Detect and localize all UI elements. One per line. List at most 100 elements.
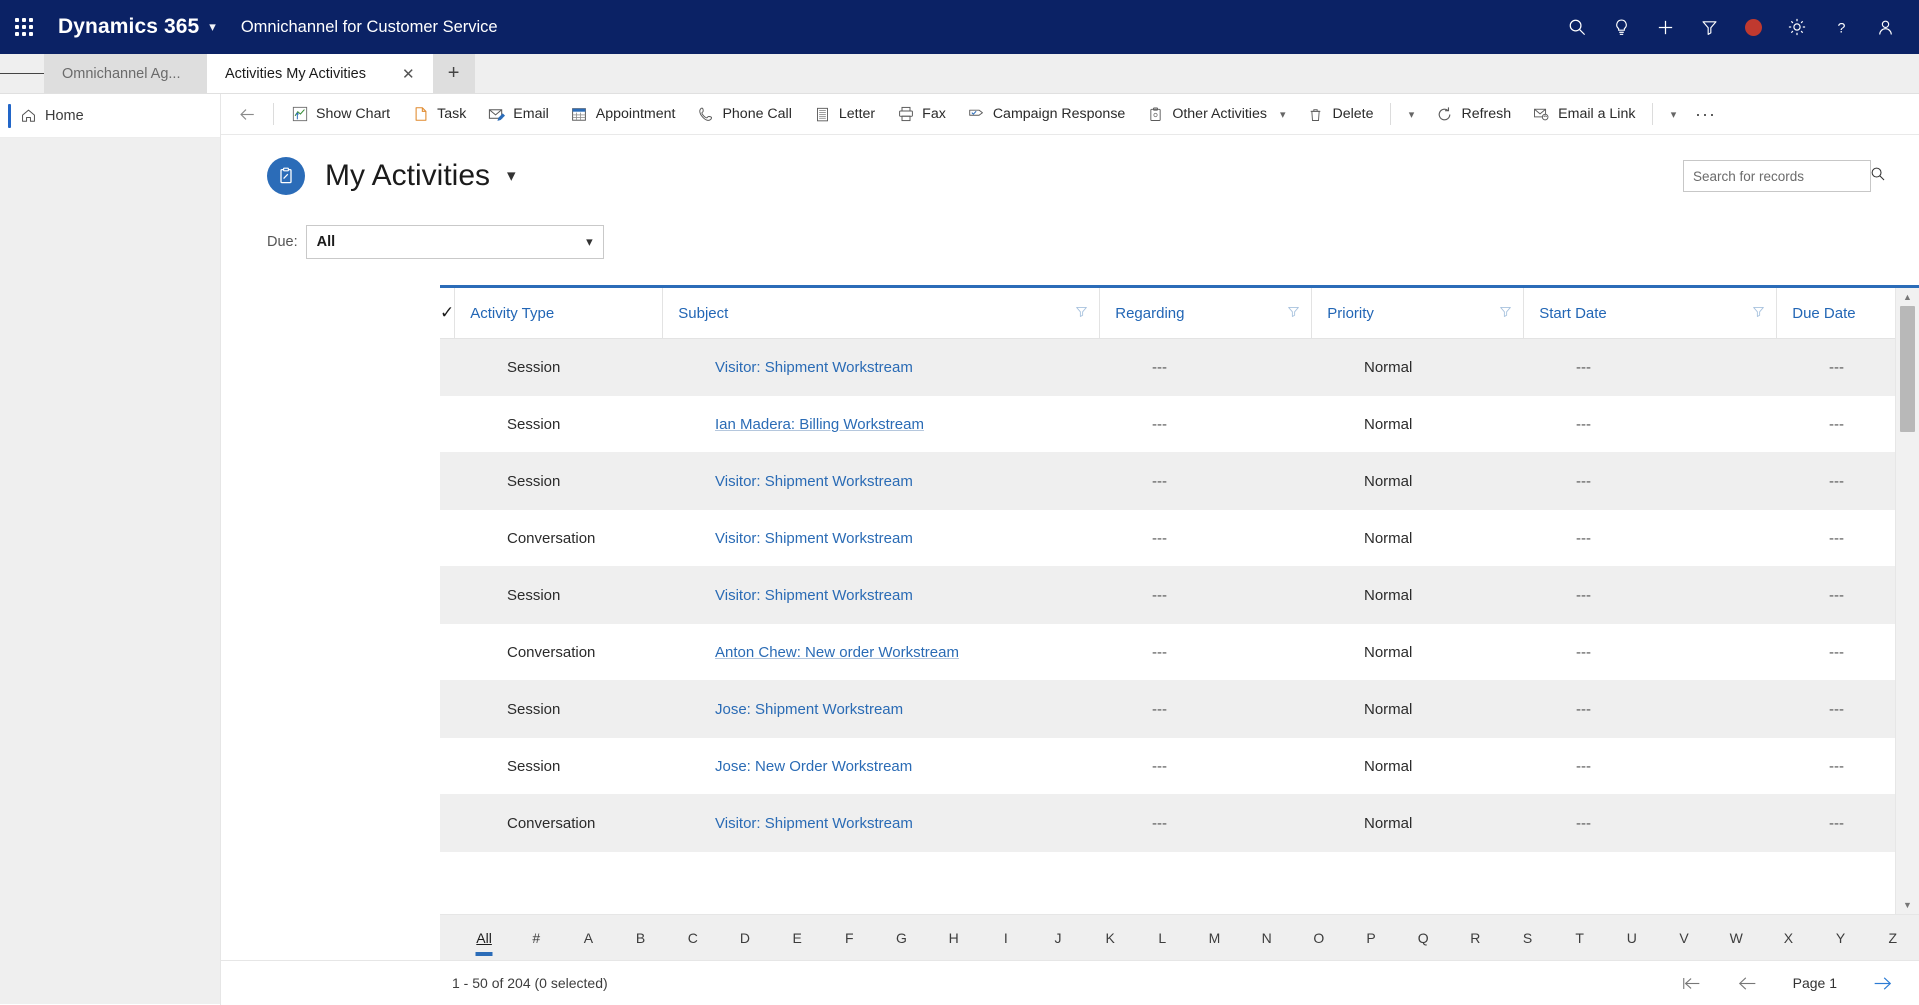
tab-activities-my-activities[interactable]: Activities My Activities ✕: [207, 54, 433, 93]
alpha-index-g[interactable]: G: [875, 924, 927, 952]
help-icon[interactable]: ?: [1819, 0, 1863, 54]
record-link[interactable]: Visitor: Shipment Workstream: [715, 359, 913, 376]
record-link[interactable]: Jose: New Order Workstream: [715, 758, 912, 775]
record-link[interactable]: Anton Chew: New order Workstream: [715, 644, 959, 661]
alpha-index-b[interactable]: B: [615, 924, 667, 952]
table-row[interactable]: Session Jose: Shipment Workstream --- Norma…: [440, 681, 1895, 738]
email-button[interactable]: Email: [477, 94, 559, 134]
filter-icon[interactable]: [1687, 0, 1731, 54]
brand-chevron-down-icon[interactable]: ▾: [209, 19, 216, 35]
alpha-index-y[interactable]: Y: [1814, 924, 1866, 952]
alpha-index-a[interactable]: A: [562, 924, 614, 952]
chevron-down-icon[interactable]: ▾: [586, 234, 593, 250]
alpha-index-s[interactable]: S: [1501, 924, 1553, 952]
filter-icon[interactable]: [1752, 305, 1765, 322]
recording-indicator-icon[interactable]: [1731, 0, 1775, 54]
gear-icon[interactable]: [1775, 0, 1819, 54]
alpha-index-e[interactable]: E: [771, 924, 823, 952]
phone-call-button[interactable]: Phone Call: [686, 94, 802, 134]
cell-subject[interactable]: Visitor: Shipment Workstream: [700, 510, 1137, 566]
cell-subject[interactable]: Jose: New Order Workstream: [700, 738, 1137, 794]
alpha-index-d[interactable]: D: [719, 924, 771, 952]
cell-subject[interactable]: Anton Chew: New order Workstream: [700, 624, 1137, 680]
lightbulb-icon[interactable]: [1599, 0, 1643, 54]
alpha-index-r[interactable]: R: [1449, 924, 1501, 952]
close-icon[interactable]: ✕: [402, 65, 415, 83]
record-link[interactable]: Visitor: Shipment Workstream: [715, 530, 913, 547]
alpha-index-p[interactable]: P: [1345, 924, 1397, 952]
show-chart-button[interactable]: Show Chart: [280, 94, 401, 134]
cell-subject[interactable]: Jose: Shipment Workstream: [700, 681, 1137, 737]
fax-button[interactable]: Fax: [886, 94, 957, 134]
record-link[interactable]: Jose: Shipment Workstream: [715, 701, 903, 718]
delete-button[interactable]: Delete: [1296, 94, 1384, 134]
new-tab-button[interactable]: +: [432, 54, 475, 93]
select-all-checkmark-icon[interactable]: ✓: [440, 303, 454, 323]
table-row[interactable]: Conversation Visitor: Shipment Workstream…: [440, 795, 1895, 852]
record-link[interactable]: Visitor: Shipment Workstream: [715, 473, 913, 490]
alpha-index-w[interactable]: W: [1710, 924, 1762, 952]
back-arrow-icon[interactable]: [227, 94, 267, 134]
alpha-index-q[interactable]: Q: [1397, 924, 1449, 952]
table-row[interactable]: Session Visitor: Shipment Workstream --- No…: [440, 339, 1895, 396]
alpha-index-i[interactable]: I: [980, 924, 1032, 952]
alpha-index-o[interactable]: O: [1293, 924, 1345, 952]
table-row[interactable]: Session Visitor: Shipment Workstream --- No…: [440, 453, 1895, 510]
alpha-index-j[interactable]: J: [1032, 924, 1084, 952]
alpha-index-t[interactable]: T: [1554, 924, 1606, 952]
scroll-down-icon[interactable]: ▼: [1903, 896, 1912, 914]
due-filter-select[interactable]: All ▾: [305, 225, 604, 259]
alpha-index-f[interactable]: F: [823, 924, 875, 952]
next-page-icon[interactable]: [1871, 975, 1893, 992]
alpha-index-h[interactable]: H: [928, 924, 980, 952]
column-header-due-date[interactable]: Due Date ↑: [1776, 288, 1895, 339]
search-records-box[interactable]: [1683, 160, 1885, 192]
table-row[interactable]: Session Ian Madera: Billing Workstream ---…: [440, 396, 1895, 453]
tab-omnichannel-agent-dashboard[interactable]: Omnichannel Ag...: [44, 54, 207, 93]
plus-icon[interactable]: [1643, 0, 1687, 54]
previous-page-icon[interactable]: [1737, 975, 1759, 992]
refresh-button[interactable]: Refresh: [1425, 94, 1522, 134]
chevron-down-icon[interactable]: ▾: [1280, 108, 1286, 121]
grid-vertical-scrollbar[interactable]: ▲ ▼: [1895, 288, 1919, 914]
record-link[interactable]: Ian Madera: Billing Workstream: [715, 416, 924, 433]
alpha-index-x[interactable]: X: [1762, 924, 1814, 952]
record-link[interactable]: Visitor: Shipment Workstream: [715, 815, 913, 832]
other-activities-button[interactable]: Other Activities ▾: [1136, 94, 1296, 134]
hamburger-menu-icon[interactable]: [0, 54, 45, 93]
view-selector-chevron-down-icon[interactable]: ▾: [507, 166, 516, 186]
cell-subject[interactable]: Ian Madera: Billing Workstream: [700, 396, 1137, 452]
alpha-index-c[interactable]: C: [667, 924, 719, 952]
column-header-regarding[interactable]: Regarding: [1099, 288, 1311, 339]
table-row[interactable]: Session Jose: New Order Workstream --- Norm…: [440, 738, 1895, 795]
sidebar-item-home[interactable]: Home: [0, 94, 220, 138]
campaign-response-button[interactable]: Campaign Response: [957, 94, 1137, 134]
cell-subject[interactable]: Visitor: Shipment Workstream: [700, 339, 1137, 395]
search-icon[interactable]: [1555, 0, 1599, 54]
table-row[interactable]: Session Visitor: Shipment Workstream --- No…: [440, 567, 1895, 624]
app-launcher-icon[interactable]: [0, 0, 48, 54]
filter-icon[interactable]: [1287, 305, 1300, 322]
alpha-index-k[interactable]: K: [1084, 924, 1136, 952]
delete-overflow-chevron-down-icon[interactable]: ▾: [1397, 94, 1425, 134]
alpha-index-z[interactable]: Z: [1867, 924, 1919, 952]
table-row[interactable]: Conversation Anton Chew: New order Workst…: [440, 624, 1895, 681]
email-a-link-button[interactable]: Email a Link: [1522, 94, 1646, 134]
cell-subject[interactable]: Visitor: Shipment Workstream: [700, 567, 1137, 623]
user-avatar-icon[interactable]: [1863, 0, 1907, 54]
scrollbar-thumb[interactable]: [1900, 306, 1915, 432]
cell-subject[interactable]: Visitor: Shipment Workstream: [700, 795, 1137, 851]
scroll-up-icon[interactable]: ▲: [1903, 288, 1912, 306]
alpha-index-all[interactable]: All: [458, 924, 510, 952]
table-row[interactable]: Conversation Visitor: Shipment Workstream…: [440, 510, 1895, 567]
search-icon[interactable]: [1870, 166, 1886, 187]
record-link[interactable]: Visitor: Shipment Workstream: [715, 587, 913, 604]
letter-button[interactable]: Letter: [803, 94, 886, 134]
more-commands-button[interactable]: ···: [1687, 94, 1723, 134]
filter-icon[interactable]: [1499, 305, 1512, 322]
column-header-activity-type[interactable]: Activity Type: [454, 288, 662, 339]
task-button[interactable]: Task: [401, 94, 477, 134]
column-header-subject[interactable]: Subject: [662, 288, 1099, 339]
search-input[interactable]: [1693, 168, 1870, 184]
alpha-index-u[interactable]: U: [1606, 924, 1658, 952]
